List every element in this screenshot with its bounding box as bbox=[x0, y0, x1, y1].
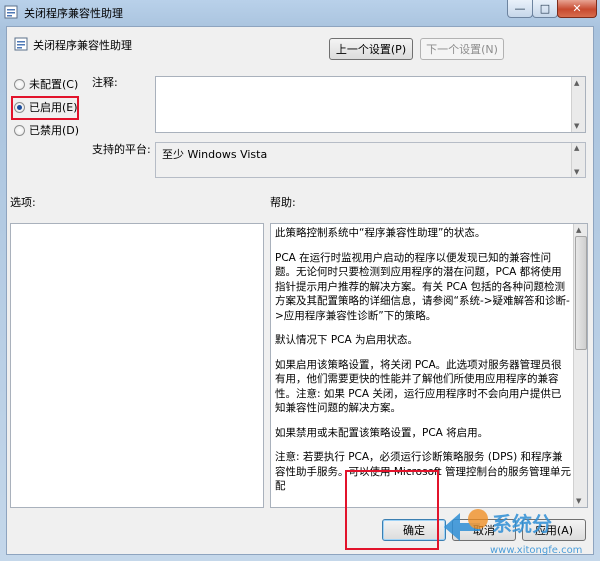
setting-title: 关闭程序兼容性助理 bbox=[33, 39, 132, 52]
maximize-button[interactable]: □ bbox=[532, 0, 558, 18]
previous-setting-button[interactable]: 上一个设置(P) bbox=[329, 38, 413, 60]
close-icon: ✕ bbox=[572, 2, 582, 15]
watermark-url: www.xitongfe.com bbox=[490, 545, 582, 556]
radio-label: 未配置(C) bbox=[29, 78, 79, 91]
comment-label: 注释: bbox=[92, 76, 118, 89]
platform-field: 至少 Windows Vista ▲ ▼ bbox=[155, 142, 586, 178]
platform-label: 支持的平台: bbox=[92, 143, 151, 156]
watermark-brand: 系统分 bbox=[492, 512, 552, 536]
scroll-up-icon[interactable]: ▲ bbox=[576, 226, 581, 234]
window-title: 关闭程序兼容性助理 bbox=[24, 7, 123, 20]
help-pane: 此策略控制系统中“程序兼容性助理”的状态。 PCA 在运行时监视用户启动的程序以… bbox=[270, 223, 588, 508]
minimize-button[interactable]: — bbox=[507, 0, 533, 18]
help-paragraph: 如果禁用或未配置该策略设置，PCA 将启用。 bbox=[275, 426, 489, 439]
options-pane bbox=[10, 223, 264, 508]
scroll-up-icon[interactable]: ▲ bbox=[574, 144, 579, 152]
annotation-highlight-ok bbox=[345, 470, 439, 550]
radio-label: 已禁用(D) bbox=[29, 124, 80, 137]
close-button[interactable]: ✕ bbox=[557, 0, 597, 18]
annotation-highlight-enabled bbox=[11, 96, 79, 120]
comment-textarea[interactable]: ▲ ▼ bbox=[155, 76, 586, 133]
radio-not-configured[interactable]: 未配置(C) bbox=[14, 76, 78, 92]
help-text: 此策略控制系统中“程序兼容性助理”的状态。 PCA 在运行时监视用户启动的程序以… bbox=[275, 226, 571, 504]
policy-icon bbox=[4, 5, 18, 19]
comment-scrollbar[interactable]: ▲ ▼ bbox=[571, 77, 585, 132]
scroll-down-icon[interactable]: ▼ bbox=[574, 122, 579, 130]
maximize-icon: □ bbox=[539, 2, 551, 15]
platform-value: 至少 Windows Vista bbox=[162, 148, 268, 161]
help-paragraph: 此策略控制系统中“程序兼容性助理”的状态。 bbox=[275, 227, 486, 239]
help-paragraph: PCA 在运行时监视用户启动的程序以便发现已知的兼容性问题。无论何时只要检测到应… bbox=[275, 251, 570, 322]
next-setting-button[interactable]: 下一个设置(N) bbox=[420, 38, 504, 60]
scroll-thumb[interactable] bbox=[575, 236, 587, 350]
radio-button[interactable] bbox=[14, 124, 25, 136]
radio-disabled[interactable]: 已禁用(D) bbox=[14, 122, 79, 138]
scroll-down-icon[interactable]: ▼ bbox=[574, 168, 579, 176]
minimize-icon: — bbox=[514, 2, 526, 15]
help-scrollbar[interactable]: ▲ ▼ bbox=[573, 224, 587, 507]
options-label: 选项: bbox=[10, 196, 36, 209]
platform-scrollbar[interactable]: ▲ ▼ bbox=[571, 143, 585, 177]
help-paragraph: 默认情况下 PCA 为启用状态。 bbox=[275, 334, 419, 346]
help-paragraph: 如果启用该策略设置，将关闭 PCA。此选项对服务器管理员很有用，他们需要更快的性… bbox=[275, 358, 562, 415]
help-label: 帮助: bbox=[270, 196, 296, 209]
scroll-up-icon[interactable]: ▲ bbox=[574, 79, 579, 87]
radio-button[interactable] bbox=[14, 78, 25, 90]
policy-setting-icon bbox=[14, 37, 28, 51]
site-watermark-logo: 系统分 www.xitongfe.com bbox=[444, 509, 582, 556]
